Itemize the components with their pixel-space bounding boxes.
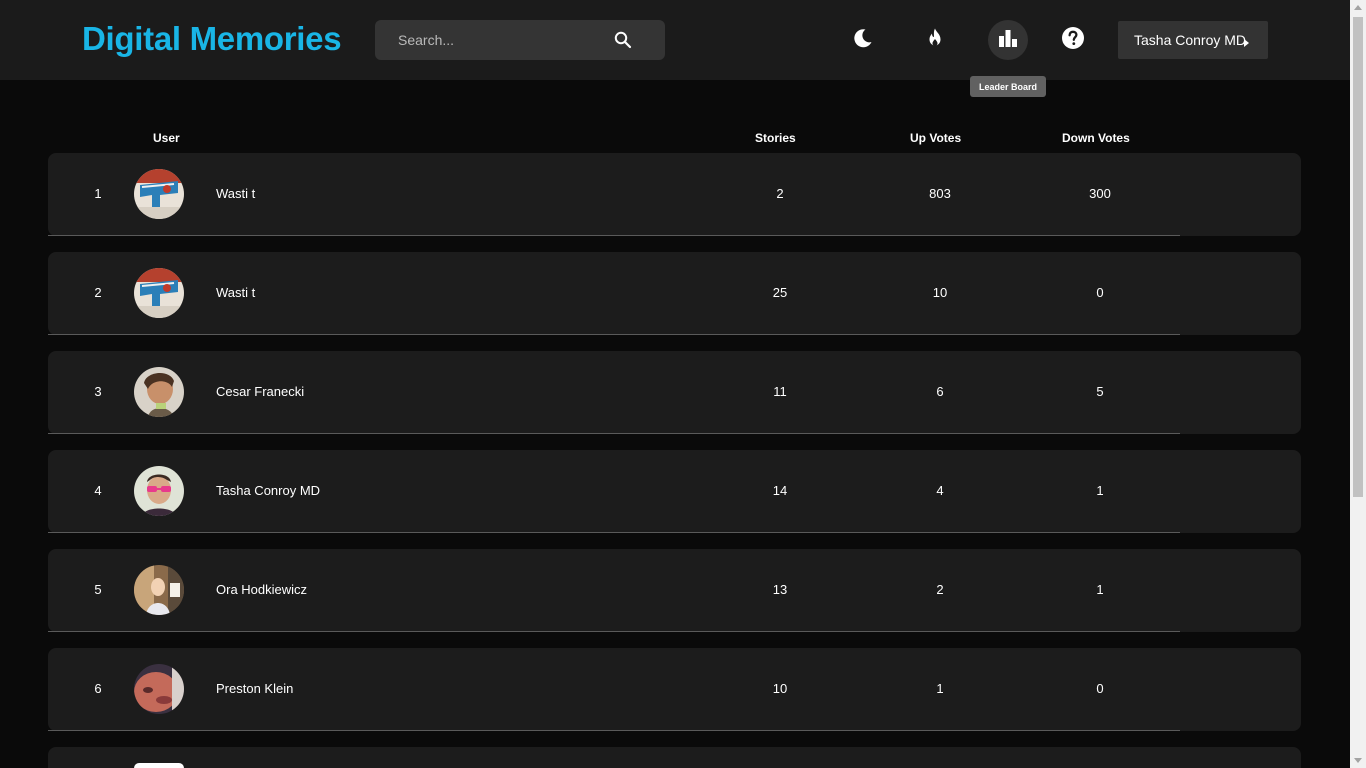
avatar[interactable] [134,763,184,768]
page-scrollbar[interactable] [1350,0,1366,768]
user-name[interactable]: Ora Hodkiewicz [216,582,307,597]
up-votes-count: 6 [936,384,944,399]
row-divider [48,532,1180,533]
user-name[interactable]: Preston Klein [216,681,293,696]
help-icon [1061,26,1085,55]
table-row[interactable]: 6 Preston Klein 10 1 0 [48,648,1301,731]
down-votes-count: 300 [1089,186,1111,201]
avatar[interactable] [134,466,184,516]
search-box [375,20,665,60]
down-votes-count: 1 [1096,483,1104,498]
leaderboard-button[interactable] [988,20,1028,60]
rank: 3 [94,384,102,399]
column-header-stories: Stories [755,131,796,145]
up-votes-count: 4 [936,483,944,498]
table-row[interactable]: 2 Wasti t 25 10 0 [48,252,1301,335]
bar-chart-icon [997,27,1019,54]
scrollbar-thumb[interactable] [1353,17,1363,497]
stories-count: 25 [772,285,788,300]
table-row[interactable] [48,747,1301,768]
rank: 1 [94,186,102,201]
avatar[interactable] [134,169,184,219]
help-button[interactable] [1053,20,1093,60]
leaderboard-tooltip: Leader Board [970,76,1046,97]
row-divider [48,433,1180,434]
table-row[interactable]: 1 Wasti t 2 803 300 [48,153,1301,236]
rank: 2 [94,285,102,300]
stories-count: 2 [776,186,784,201]
rank: 6 [94,681,102,696]
user-name[interactable]: Wasti t [216,285,255,300]
avatar[interactable] [134,367,184,417]
column-header-up-votes: Up Votes [910,131,962,145]
avatar[interactable] [134,664,184,714]
top-navbar: Digital Memories Search... Tasha Conroy … [0,0,1350,80]
stories-count: 14 [772,483,788,498]
user-name[interactable]: Wasti t [216,186,255,201]
avatar[interactable] [134,565,184,615]
rank: 4 [94,483,102,498]
leaderboard-page: Digital Memories Search... Tasha Conroy … [0,0,1366,768]
theme-toggle-button[interactable] [843,20,883,60]
row-divider [48,334,1180,335]
table-row[interactable]: 3 Cesar Franecki 11 6 5 [48,351,1301,434]
row-divider [48,730,1180,731]
stories-count: 11 [773,384,787,399]
up-votes-count: 1 [936,681,944,696]
search-icon[interactable] [613,30,633,50]
stories-count: 10 [772,681,788,696]
user-menu-button[interactable]: Tasha Conroy MD [1118,21,1268,59]
caret-right-icon [1243,35,1251,51]
brand-logo[interactable]: Digital Memories [82,20,342,58]
user-name[interactable]: Tasha Conroy MD [216,483,320,498]
row-divider [48,631,1180,632]
search-input[interactable] [375,20,615,60]
column-header-down-votes: Down Votes [1062,131,1130,145]
rank: 5 [94,582,102,597]
scroll-up-arrow[interactable] [1354,5,1362,10]
down-votes-count: 1 [1096,582,1104,597]
scroll-down-arrow[interactable] [1354,758,1362,763]
flame-icon [924,27,946,54]
down-votes-count: 0 [1096,681,1104,696]
up-votes-count: 803 [929,186,951,201]
table-row[interactable]: 4 Tasha Conroy MD 14 4 1 [48,450,1301,533]
table-row[interactable]: 5 Ora Hodkiewicz 13 2 1 [48,549,1301,632]
trending-button[interactable] [915,20,955,60]
row-divider [48,235,1180,236]
avatar[interactable] [134,268,184,318]
stories-count: 13 [772,582,788,597]
user-menu-name: Tasha Conroy MD [1134,32,1247,48]
user-name[interactable]: Cesar Franecki [216,384,304,399]
down-votes-count: 0 [1096,285,1104,300]
up-votes-count: 2 [936,582,944,597]
up-votes-count: 10 [932,285,948,300]
moon-icon [852,27,874,54]
down-votes-count: 5 [1096,384,1104,399]
column-header-user: User [153,131,180,145]
